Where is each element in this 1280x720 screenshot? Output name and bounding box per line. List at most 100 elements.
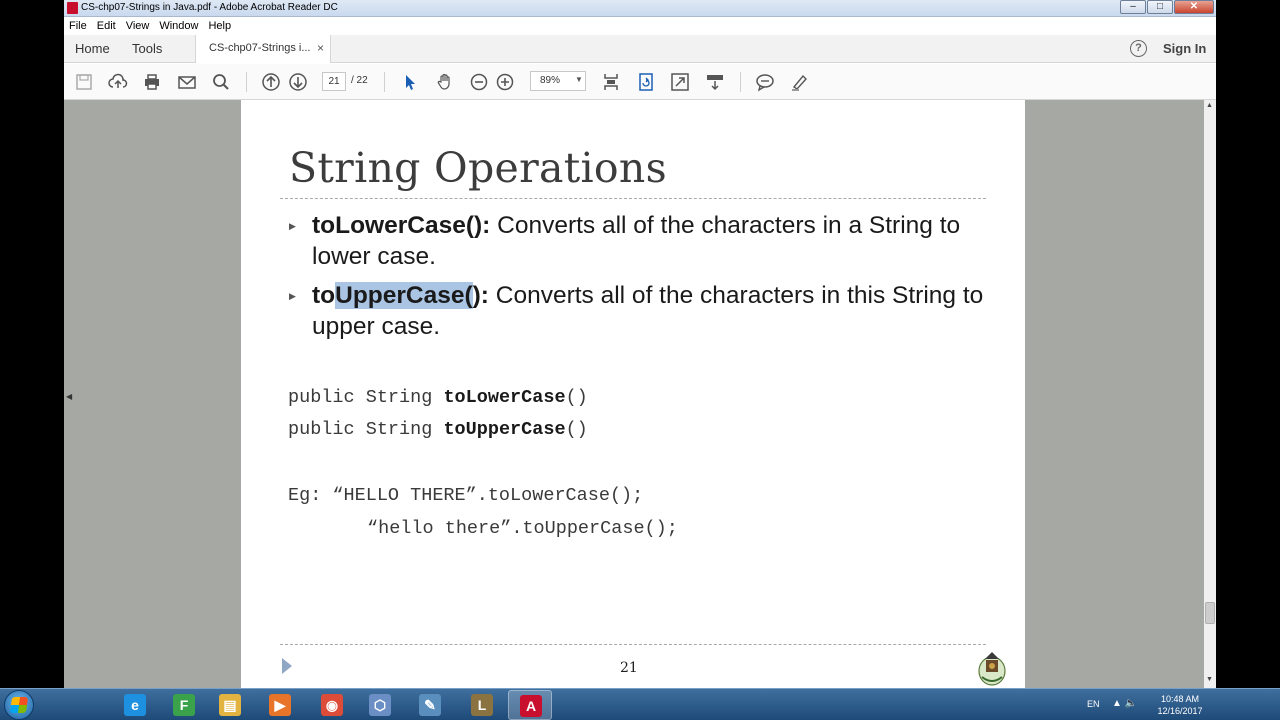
bullet-term: toUpperCase():	[312, 282, 489, 309]
taskbar-app-internet-explorer[interactable]: e	[113, 690, 157, 720]
prev-page-icon[interactable]	[261, 72, 281, 92]
menu-file[interactable]: File	[69, 20, 87, 32]
bullet-uppercase: toUpperCase(): Converts all of the chara…	[312, 280, 992, 342]
tool-app-icon: ✎	[419, 694, 441, 716]
university-crest-icon	[976, 649, 1008, 687]
code-method: toUpperCase	[443, 419, 566, 440]
page-number-input[interactable]: 21	[322, 72, 346, 91]
close-button[interactable]: ✕	[1174, 0, 1214, 14]
zoom-out-icon[interactable]	[469, 72, 489, 92]
screen: CS-chp07-Strings in Java.pdf - Adobe Acr…	[0, 0, 1280, 720]
tab-tools[interactable]: Tools	[132, 41, 162, 56]
slide-title: String Operations	[289, 144, 667, 192]
email-icon[interactable]	[177, 72, 197, 92]
search-icon[interactable]	[211, 72, 231, 92]
minimize-button[interactable]: –	[1120, 0, 1146, 14]
selected-text: UpperCase(	[335, 282, 473, 309]
media-player-icon: ▶	[269, 694, 291, 716]
acrobat-app-icon	[67, 2, 78, 14]
menu-edit[interactable]: Edit	[97, 20, 116, 32]
maximize-button[interactable]: □	[1147, 0, 1173, 14]
term-suffix: ):	[472, 282, 489, 309]
bullet-term: toLowerCase():	[312, 212, 491, 239]
window-controls: – □ ✕	[1119, 0, 1214, 15]
scrollbar-thumb[interactable]	[1205, 602, 1215, 624]
fullscreen-icon[interactable]	[670, 72, 690, 92]
scroll-mode-icon[interactable]	[705, 72, 725, 92]
acrobat-window: CS-chp07-Strings in Java.pdf - Adobe Acr…	[64, 0, 1216, 688]
taskbar-app-media-player[interactable]: ▶	[258, 690, 302, 720]
chevron-down-icon: ▼	[575, 75, 583, 84]
taskbar-app-file-explorer[interactable]: ▤	[208, 690, 252, 720]
bullet-triangle-icon: ▶	[289, 221, 296, 231]
page-total: / 22	[351, 75, 368, 86]
taskbar-app-f-app[interactable]: F	[162, 690, 206, 720]
language-indicator[interactable]: EN	[1087, 699, 1100, 709]
taskbar-app-tool-app[interactable]: ✎	[408, 690, 452, 720]
help-icon[interactable]: ?	[1130, 40, 1147, 57]
term-prefix: to	[312, 282, 336, 309]
code-method: toLowerCase	[443, 387, 566, 408]
window-title: CS-chp07-Strings in Java.pdf - Adobe Acr…	[81, 2, 338, 13]
document-tab-label: CS-chp07-Strings i...	[209, 42, 311, 54]
document-viewer[interactable]: ◀ String Operations ▶ toLowerCase(): Con…	[64, 100, 1204, 688]
tray-volume-icon[interactable]: ▲ 🔈	[1112, 698, 1137, 709]
windows-logo-icon	[9, 697, 29, 713]
code-text: ()	[565, 387, 588, 408]
rotate-icon[interactable]	[636, 72, 656, 92]
bullet-lowercase: toLowerCase(): Converts all of the chara…	[312, 210, 992, 272]
toolbar-separator	[740, 72, 741, 92]
bullet-triangle-icon: ▶	[289, 291, 296, 301]
code-example-1: Eg: “HELLO THERE”.toLowerCase();	[288, 485, 644, 506]
toolbar: 21 / 22 89% ▼	[64, 64, 1216, 100]
sign-in-button[interactable]: Sign In	[1163, 41, 1206, 56]
close-tab-icon[interactable]: ×	[317, 41, 324, 55]
toolbar-separator	[384, 72, 385, 92]
scroll-down-icon[interactable]: ▼	[1206, 676, 1213, 683]
tab-bar: Home Tools CS-chp07-Strings i... × ? Sig…	[64, 35, 1216, 63]
code-signature-upper: public String toUpperCase()	[288, 419, 588, 440]
fit-page-icon[interactable]	[601, 72, 621, 92]
zoom-value: 89%	[540, 75, 561, 86]
select-icon[interactable]	[400, 72, 420, 92]
hand-icon[interactable]	[435, 72, 455, 92]
taskbar-app-acrobat-reader[interactable]: A	[508, 690, 552, 720]
footer-divider	[280, 644, 986, 645]
file-explorer-icon: ▤	[219, 694, 241, 716]
menu-view[interactable]: View	[126, 20, 150, 32]
taskbar-app-chrome[interactable]: ◉	[310, 690, 354, 720]
zoom-in-icon[interactable]	[495, 72, 515, 92]
upload-icon[interactable]	[108, 72, 128, 92]
virtualbox-icon: ⬡	[369, 694, 391, 716]
tab-document[interactable]: CS-chp07-Strings i... ×	[195, 35, 331, 63]
scroll-up-icon[interactable]: ▲	[1206, 102, 1213, 109]
title-divider	[280, 198, 986, 199]
pdf-page: String Operations ▶ toLowerCase(): Conve…	[241, 100, 1025, 688]
clock[interactable]: 10:48 AM 12/16/2017	[1150, 693, 1210, 717]
windows-taskbar: e F ▤ ▶ ◉ ⬡ ✎ L A EN ▲ 🔈 10:48 AM 12/16/2017	[0, 688, 1280, 720]
taskbar-app-virtualbox[interactable]: ⬡	[358, 690, 402, 720]
code-example-2: “hello there”.toUpperCase();	[367, 518, 678, 539]
clock-time: 10:48 AM	[1160, 694, 1200, 704]
acrobat-reader-icon: A	[520, 695, 542, 717]
code-signature-lower: public String toLowerCase()	[288, 387, 588, 408]
menu-help[interactable]: Help	[208, 20, 231, 32]
save-icon[interactable]	[74, 72, 94, 92]
highlight-icon[interactable]	[789, 72, 809, 92]
footer-triangle-icon	[282, 658, 292, 674]
code-text: public String	[288, 419, 444, 440]
comment-icon[interactable]	[755, 72, 775, 92]
vertical-scrollbar[interactable]: ▲ ▼	[1204, 100, 1216, 688]
code-text: ()	[565, 419, 588, 440]
tab-home[interactable]: Home	[75, 41, 110, 56]
taskbar-app-league-of-legends[interactable]: L	[460, 690, 504, 720]
next-page-icon[interactable]	[288, 72, 308, 92]
menu-window[interactable]: Window	[159, 20, 198, 32]
print-icon[interactable]	[142, 72, 162, 92]
toolbar-separator	[246, 72, 247, 92]
left-panel-toggle-icon[interactable]: ◀	[66, 392, 72, 401]
f-app-icon: F	[173, 694, 195, 716]
clock-date: 12/16/2017	[1157, 706, 1203, 716]
zoom-select[interactable]: 89% ▼	[530, 71, 586, 91]
start-button[interactable]	[4, 690, 34, 720]
